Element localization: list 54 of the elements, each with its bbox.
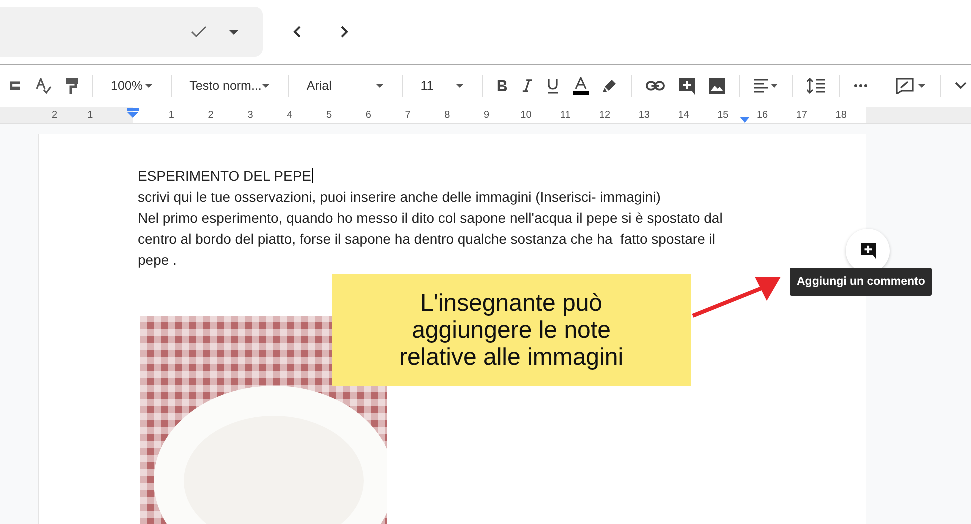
paragraph: scrivi qui le tue osservazioni, puoi inserire anche delle immagini (Inserisci- immagini) [138, 188, 662, 207]
paint-format-icon[interactable] [66, 78, 78, 94]
ruler-number: 2 [52, 110, 58, 120]
ruler-number: 15 [718, 110, 729, 120]
font-dropdown[interactable]: Arial [302, 72, 388, 100]
ruler-number: 1 [88, 110, 94, 120]
link-icon[interactable] [646, 81, 665, 91]
ruler-number: 6 [366, 110, 372, 120]
paragraph-style-dropdown[interactable]: Testo norm... [186, 72, 274, 100]
caret-icon [262, 84, 270, 88]
ruler-number: 11 [560, 110, 571, 120]
bold-icon[interactable] [497, 79, 508, 93]
underline-icon[interactable] [547, 78, 559, 94]
document-title: ESPERIMENTO DEL PEPE [138, 167, 314, 186]
spellcheck-icon[interactable] [36, 78, 52, 94]
text-color-icon[interactable] [573, 77, 589, 95]
font-size-dropdown[interactable]: 11 [416, 72, 468, 100]
caret-icon [456, 84, 464, 88]
ruler-number: 8 [444, 110, 450, 120]
ruler-number: 12 [599, 110, 611, 120]
previous-icon[interactable] [293, 26, 301, 38]
tooltip: Aggiungi un commento [790, 268, 932, 296]
ruler-number: 17 [796, 110, 808, 120]
callout-note: L'insegnante può aggiungere le note relative alle immagini [332, 274, 691, 386]
ruler-number: 4 [287, 110, 293, 120]
zoom-dropdown[interactable]: 100% [107, 72, 157, 100]
collapse-icon[interactable] [955, 82, 967, 90]
ruler-number: 10 [520, 110, 532, 120]
ruler-number: 14 [678, 110, 690, 120]
ruler-number: 1 [168, 110, 174, 120]
ruler-number: 13 [638, 110, 650, 120]
ruler-number: 7 [405, 110, 411, 120]
ruler-number: 5 [326, 110, 332, 120]
align-left-icon[interactable] [754, 79, 778, 93]
ruler-number: 9 [484, 110, 490, 120]
ruler-number: 16 [756, 110, 768, 120]
add-comment-icon [860, 243, 876, 259]
ruler-number: 18 [836, 110, 847, 120]
edit-mode-icon[interactable] [896, 78, 926, 94]
italic-icon[interactable] [522, 79, 533, 93]
more-icon[interactable] [854, 84, 868, 88]
next-icon[interactable] [341, 26, 349, 38]
add-comment-icon[interactable] [679, 78, 695, 94]
ruler-number: 2 [208, 110, 214, 120]
line-spacing-icon[interactable] [807, 78, 825, 94]
check-icon[interactable] [191, 26, 207, 38]
highlighter-icon[interactable] [603, 79, 617, 93]
indent-marker-icon[interactable] [127, 108, 139, 118]
image-icon[interactable] [709, 78, 725, 94]
caret-icon [144, 84, 153, 88]
caret-icon[interactable] [229, 30, 239, 34]
caret-icon [376, 84, 384, 88]
paragraph: Nel primo esperimento, quando ho messo il dito col sapone nell'acqua il pepe si è spostato dal centro al bordo del piatto, forse il sapone ha dentro qualche sostanza che ha fatto spostare il pepe . [138, 209, 724, 270]
ruler-number: 3 [248, 110, 254, 120]
